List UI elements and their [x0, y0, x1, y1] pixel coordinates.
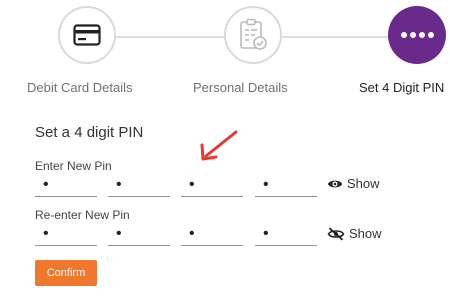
new-pin-show-label: Show [347, 176, 380, 191]
reenter-pin-label: Re-enter New Pin [35, 208, 130, 222]
step-connector-1 [116, 36, 224, 38]
clipboard-check-icon [240, 18, 267, 50]
step-1-label: Debit Card Details [27, 80, 133, 95]
step-3-circle [388, 6, 446, 64]
step-connector-2 [282, 36, 390, 38]
new-pin-digit-3[interactable]: • [181, 177, 243, 197]
eye-icon [327, 180, 343, 187]
step-2-circle [224, 6, 282, 64]
dots-icon [400, 32, 434, 38]
step-2-label: Personal Details [193, 80, 288, 95]
reenter-pin-digit-1[interactable]: • [35, 226, 97, 246]
credit-card-icon [73, 24, 101, 46]
new-pin-digit-2[interactable]: • [108, 177, 170, 197]
confirm-button[interactable]: Confirm [35, 260, 97, 286]
eye-slash-icon [327, 227, 345, 240]
step-1-circle [58, 6, 116, 64]
reenter-pin-digit-3[interactable]: • [181, 226, 243, 246]
annotation-arrow-icon [200, 130, 238, 161]
new-pin-show-toggle[interactable]: Show [327, 176, 380, 191]
reenter-pin-digit-4[interactable]: • [255, 226, 317, 246]
reenter-pin-digit-2[interactable]: • [108, 226, 170, 246]
reenter-pin-show-toggle[interactable]: Show [327, 226, 382, 241]
new-pin-digit-1[interactable]: • [35, 177, 97, 197]
step-3-label: Set 4 Digit PIN [359, 80, 445, 95]
reenter-pin-show-label: Show [349, 226, 382, 241]
section-title: Set a 4 digit PIN [35, 124, 144, 141]
new-pin-digit-4[interactable]: • [255, 177, 317, 197]
new-pin-label: Enter New Pin [35, 159, 112, 173]
